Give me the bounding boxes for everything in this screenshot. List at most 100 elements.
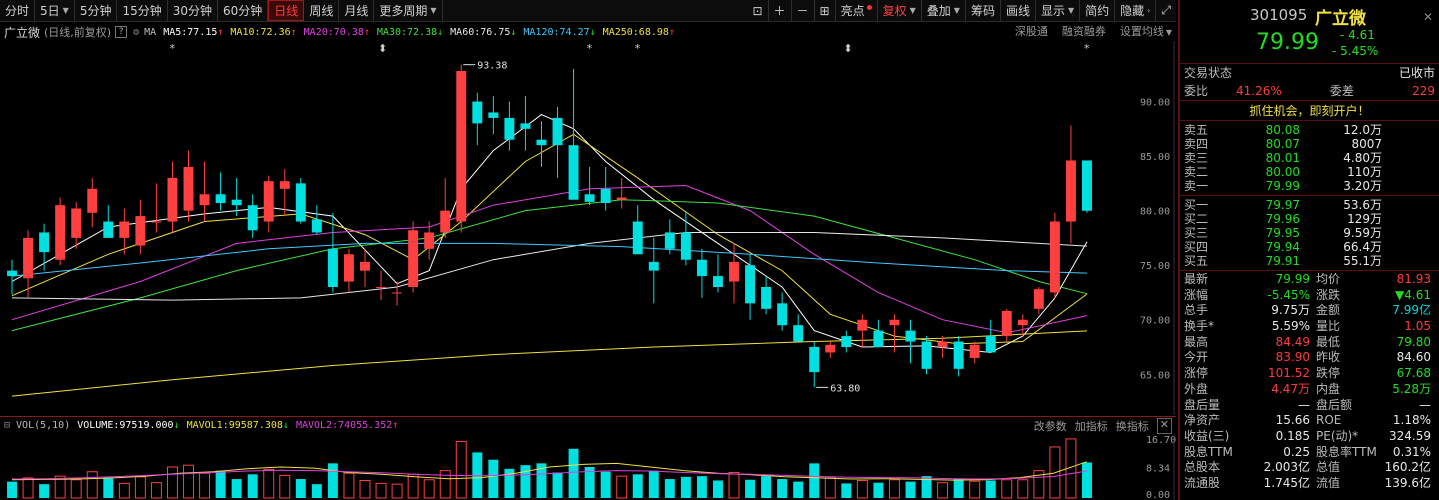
candle[interactable] (71, 201, 82, 249)
candle[interactable] (761, 276, 772, 315)
candle[interactable] (520, 96, 531, 151)
candle[interactable] (552, 107, 563, 178)
fullscreen-button[interactable]: ⤢ (1156, 0, 1176, 21)
bid-level-3[interactable]: 买三 79.95 9.59万 (1180, 226, 1439, 240)
candle[interactable] (985, 319, 996, 353)
candle[interactable] (295, 177, 306, 224)
candle[interactable] (343, 248, 354, 293)
candle[interactable] (905, 319, 916, 364)
candle[interactable] (39, 223, 50, 271)
candle[interactable] (536, 121, 547, 167)
candle[interactable] (600, 167, 611, 211)
add-indicator-button[interactable]: 加指标 (1075, 418, 1108, 434)
candle[interactable] (1049, 212, 1060, 298)
period-tab-weekly[interactable]: 周线 (304, 0, 340, 21)
edit-params-button[interactable]: 改参数 (1034, 418, 1067, 434)
candle[interactable] (167, 161, 178, 233)
candle[interactable] (440, 177, 451, 238)
candle[interactable] (873, 319, 884, 347)
candle[interactable] (87, 177, 98, 227)
candle[interactable] (1001, 308, 1012, 342)
northbound-button[interactable]: 深股通 (1015, 23, 1048, 39)
event-marker-icon[interactable]: * (169, 42, 175, 55)
candle[interactable] (921, 336, 932, 375)
candle[interactable] (696, 248, 707, 298)
zoom-in-button[interactable]: ＋ (769, 0, 792, 21)
candle[interactable] (327, 212, 338, 293)
bid-level-4[interactable]: 买四 79.94 66.4万 (1180, 240, 1439, 254)
ask-level-2[interactable]: 卖四 80.07 8007 (1180, 137, 1439, 151)
bid-level-2[interactable]: 买二 79.96 129万 (1180, 212, 1439, 226)
settings-icon[interactable]: ⚙ (133, 27, 139, 38)
candle[interactable] (857, 314, 868, 347)
lock-button[interactable]: ⊡ (747, 0, 769, 21)
open-account-banner[interactable]: 抓住机会，即刻开户！ (1180, 101, 1439, 121)
period-tab-monthly[interactable]: 月线 (339, 0, 375, 21)
candle[interactable] (135, 199, 146, 255)
ask-level-1[interactable]: 卖五 80.08 12.0万 (1180, 123, 1439, 137)
candle[interactable] (1065, 125, 1076, 244)
close-icon[interactable]: ✕ (1156, 418, 1172, 434)
period-tab-15min[interactable]: 15分钟 (117, 0, 168, 21)
candle[interactable] (263, 175, 274, 233)
help-icon[interactable]: ? (115, 26, 128, 38)
period-tab-5day[interactable]: 5日 ▼ (35, 0, 75, 21)
candle[interactable] (632, 205, 643, 255)
candle[interactable] (311, 205, 322, 235)
candle[interactable] (55, 197, 66, 266)
period-tab-60min[interactable]: 60分钟 (218, 0, 269, 21)
candle[interactable] (777, 292, 788, 331)
candle[interactable] (199, 161, 210, 222)
chips-button[interactable]: 筹码 (966, 0, 1001, 21)
highlight-button[interactable]: 亮点 (836, 0, 878, 21)
simple-button[interactable]: 简约 (1080, 0, 1116, 21)
event-marker-icon[interactable]: * (587, 42, 593, 55)
collapse-icon[interactable]: ⊟ (4, 420, 10, 431)
candle[interactable] (648, 237, 659, 304)
event-marker-icon[interactable]: * (1084, 42, 1090, 55)
period-tab-30min[interactable]: 30分钟 (168, 0, 219, 21)
more-periods-dropdown[interactable]: 更多周期 ▼ (374, 0, 443, 21)
ask-level-3[interactable]: 卖三 80.01 4.80万 (1180, 151, 1439, 165)
ask-level-5[interactable]: 卖一 79.99 3.20万 (1180, 179, 1439, 193)
close-icon[interactable]: ✕ (1423, 10, 1433, 24)
ask-level-4[interactable]: 卖二 80.00 110万 (1180, 165, 1439, 179)
switch-indicator-button[interactable]: 换指标 (1116, 418, 1149, 434)
event-marker-icon[interactable]: ⬍ (378, 42, 387, 55)
event-marker-icon[interactable]: ⬍ (843, 42, 852, 55)
bid-level-5[interactable]: 买五 79.91 55.1万 (1180, 254, 1439, 268)
period-tab-5min[interactable]: 5分钟 (75, 0, 118, 21)
candle[interactable] (953, 336, 964, 377)
candle[interactable] (7, 259, 17, 295)
candle[interactable] (584, 167, 595, 206)
display-button[interactable]: 显示 ▼ (1036, 0, 1081, 21)
candle[interactable] (712, 254, 723, 293)
period-tab-intraday[interactable]: 分时 (0, 0, 36, 21)
layout-button[interactable]: ⊞ (815, 0, 836, 21)
bid-level-1[interactable]: 买一 79.97 53.6万 (1180, 198, 1439, 212)
candle[interactable] (183, 150, 194, 222)
candle[interactable] (456, 64, 467, 233)
candle[interactable] (1017, 314, 1028, 337)
candle[interactable] (392, 281, 403, 306)
candle[interactable] (825, 341, 836, 358)
overlay-button[interactable]: 叠加 ▼ (922, 0, 966, 21)
draw-line-button[interactable]: 画线 (1001, 0, 1036, 21)
period-tab-daily[interactable]: 日线 (268, 0, 305, 21)
candle[interactable] (793, 314, 804, 342)
candle[interactable] (937, 336, 948, 358)
candle[interactable] (151, 183, 162, 233)
candle[interactable] (408, 221, 419, 293)
candle[interactable] (841, 330, 852, 353)
candle[interactable] (360, 248, 370, 287)
candle[interactable] (1033, 287, 1044, 315)
candle[interactable] (568, 68, 579, 200)
candle[interactable] (488, 96, 499, 135)
candle[interactable] (215, 172, 226, 211)
candle[interactable] (376, 270, 387, 301)
candlestick-chart[interactable]: * ⬍ * * ⬍ * 65.00 70.00 75.00 80.00 85.00 90.00 93.3… (0, 41, 1176, 415)
candle[interactable] (616, 177, 627, 209)
adjust-button[interactable]: 复权 ▼ (878, 0, 922, 21)
candle[interactable] (969, 341, 980, 364)
hide-button[interactable]: 隐藏 › (1115, 0, 1157, 21)
